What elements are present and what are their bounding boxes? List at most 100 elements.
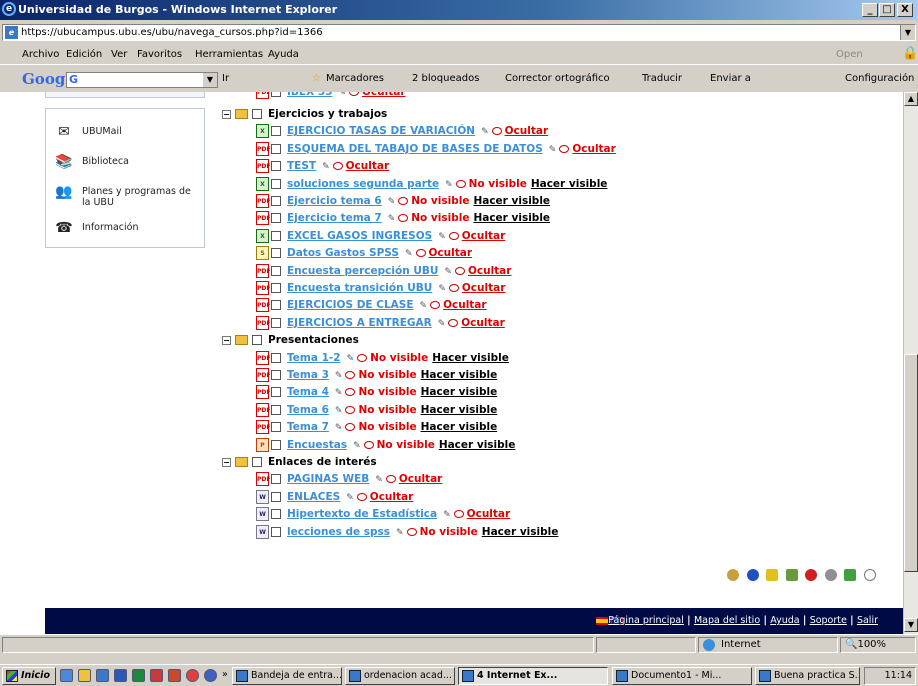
google-search-input[interactable]: G ▼ (66, 72, 218, 88)
footer-link-support[interactable]: Soporte (810, 615, 847, 626)
collapse-icon[interactable]: − (222, 109, 231, 119)
hide-link[interactable]: Ocultar (467, 508, 511, 520)
footer-link-home[interactable]: Página principal (608, 615, 684, 626)
edit-comment-icon[interactable]: ✎ (335, 404, 343, 419)
menu-archivo[interactable]: Archivo (22, 49, 59, 60)
menu-edicion[interactable]: Edición (66, 49, 102, 60)
hide-link[interactable]: Ocultar (370, 491, 414, 503)
settings-gear-icon[interactable] (824, 569, 837, 581)
quicklaunch-more-icon[interactable]: » (222, 669, 228, 680)
edit-comment-icon[interactable]: ✎ (375, 473, 383, 488)
select-checkbox[interactable] (271, 474, 281, 485)
resource-link[interactable]: soluciones segunda parte (287, 178, 439, 190)
resource-link[interactable]: Encuesta transición UBU (287, 282, 432, 294)
spanish-flag-icon[interactable] (596, 617, 608, 625)
menu-ayuda[interactable]: Ayuda (268, 49, 299, 60)
edit-comment-icon[interactable]: ✎ (335, 386, 343, 401)
select-checkbox[interactable] (271, 439, 281, 450)
resource-link[interactable]: ENLACES (287, 491, 340, 503)
move-icon[interactable] (785, 569, 798, 581)
copy-icon[interactable] (844, 569, 856, 581)
edit-comment-icon[interactable]: ✎ (420, 299, 428, 314)
select-checkbox[interactable] (271, 404, 281, 415)
vertical-scrollbar[interactable]: ▲ ▼ (903, 92, 918, 634)
bookmarks-button[interactable]: Marcadores (326, 73, 384, 84)
hide-link[interactable]: Ocultar (461, 317, 505, 329)
close-button[interactable]: X (897, 3, 913, 17)
edit-comment-icon[interactable]: ✎ (445, 178, 453, 193)
scroll-thumb[interactable] (904, 354, 918, 572)
resource-link[interactable]: TEST (287, 160, 316, 172)
edit-comment-icon[interactable]: ✎ (396, 526, 404, 541)
resource-link[interactable]: lecciones de spss (287, 526, 390, 538)
make-visible-link[interactable]: Hacer visible (473, 212, 550, 224)
make-visible-link[interactable]: Hacer visible (473, 195, 550, 207)
footer-link-help[interactable]: Ayuda (770, 615, 799, 626)
hide-link[interactable]: Ocultar (462, 282, 506, 294)
edit-comment-icon[interactable]: ✎ (438, 282, 446, 297)
select-checkbox[interactable] (271, 387, 281, 398)
edit-comment-icon[interactable]: ✎ (549, 143, 557, 158)
edit-comment-icon[interactable]: ✎ (438, 317, 446, 332)
resource-link[interactable]: ESQUEMA DEL TABAJO DE BASES DE DATOS (287, 143, 543, 155)
select-checkbox[interactable] (271, 92, 281, 97)
make-visible-link[interactable]: Hacer visible (421, 369, 498, 381)
popup-blocked-button[interactable]: 2 bloqueados (412, 73, 479, 84)
hide-link[interactable]: Ocultar (429, 247, 473, 259)
resource-link[interactable]: EXCEL GASOS INGRESOS (287, 230, 432, 242)
make-visible-link[interactable]: Hacer visible (421, 404, 498, 416)
quicklaunch-excel-icon[interactable] (132, 669, 145, 682)
select-checkbox[interactable] (271, 283, 281, 293)
resource-link[interactable]: EJERCICIOS A ENTREGAR (287, 317, 432, 329)
select-checkbox[interactable] (271, 230, 281, 241)
resource-link[interactable]: Tema 7 (287, 421, 329, 433)
quicklaunch-ppt-icon[interactable] (168, 669, 181, 682)
menu-herramientas[interactable]: Herramientas (195, 49, 263, 60)
hide-link[interactable]: Ocultar (362, 92, 406, 98)
collapse-icon[interactable]: − (222, 335, 231, 345)
quicklaunch-word-icon[interactable] (114, 669, 127, 682)
footer-link-exit[interactable]: Salir (857, 615, 878, 626)
select-checkbox[interactable] (252, 335, 262, 346)
edit-comment-icon[interactable]: ✎ (438, 230, 446, 245)
edit-comment-icon[interactable]: ✎ (322, 160, 330, 175)
select-checkbox[interactable] (271, 300, 281, 311)
resource-link[interactable]: EJERCICIO TASAS DE VARIACIÓN (287, 125, 475, 137)
make-visible-link[interactable]: Hacer visible (439, 439, 516, 451)
edit-comment-icon[interactable]: ✎ (335, 369, 343, 384)
hide-link[interactable]: Ocultar (505, 125, 549, 137)
taskbar-window-button[interactable]: 4 Internet Ex... (458, 667, 608, 685)
hide-link[interactable]: Ocultar (462, 230, 506, 242)
quicklaunch-pdf-icon[interactable] (150, 669, 163, 682)
taskbar-window-button[interactable]: Bandeja de entra... (232, 667, 342, 685)
maximize-button[interactable]: □ (879, 3, 895, 17)
scroll-up-icon[interactable]: ▲ (904, 92, 918, 106)
resource-link[interactable]: PAGINAS WEB (287, 473, 369, 485)
make-visible-link[interactable]: Hacer visible (531, 178, 608, 190)
edit-icon[interactable] (766, 569, 778, 581)
select-checkbox[interactable] (252, 109, 262, 119)
quicklaunch-app-icon[interactable] (204, 669, 217, 682)
resource-link[interactable]: Ejercicio tema 7 (287, 212, 382, 224)
send-to-button[interactable]: Enviar a (710, 73, 751, 84)
url-dropdown-icon[interactable]: ▼ (900, 25, 915, 40)
edit-comment-icon[interactable]: ✎ (347, 352, 355, 367)
resource-link[interactable]: Encuesta percepción UBU (287, 265, 438, 277)
select-checkbox[interactable] (271, 509, 281, 520)
menu-ver[interactable]: Ver (111, 49, 127, 60)
edit-comment-icon[interactable]: ✎ (388, 195, 396, 210)
zoom-control[interactable]: 🔍100% (840, 637, 916, 653)
resource-link[interactable]: Hipertexto de Estadística (287, 508, 437, 520)
edit-comment-icon[interactable]: ✎ (443, 508, 451, 523)
select-checkbox[interactable] (271, 265, 281, 276)
select-checkbox[interactable] (271, 143, 281, 154)
select-checkbox[interactable] (271, 178, 281, 189)
resource-link[interactable]: IBEX 35 (287, 92, 332, 98)
select-checkbox[interactable] (271, 126, 281, 137)
edit-comment-icon[interactable]: ✎ (335, 421, 343, 436)
edit-comment-icon[interactable]: ✎ (388, 212, 396, 227)
make-visible-link[interactable]: Hacer visible (421, 421, 498, 433)
taskbar-window-button[interactable]: ordenacion acad... (345, 667, 455, 685)
taskbar-window-button[interactable]: Buena practica S... (755, 667, 860, 685)
select-checkbox[interactable] (271, 317, 281, 328)
